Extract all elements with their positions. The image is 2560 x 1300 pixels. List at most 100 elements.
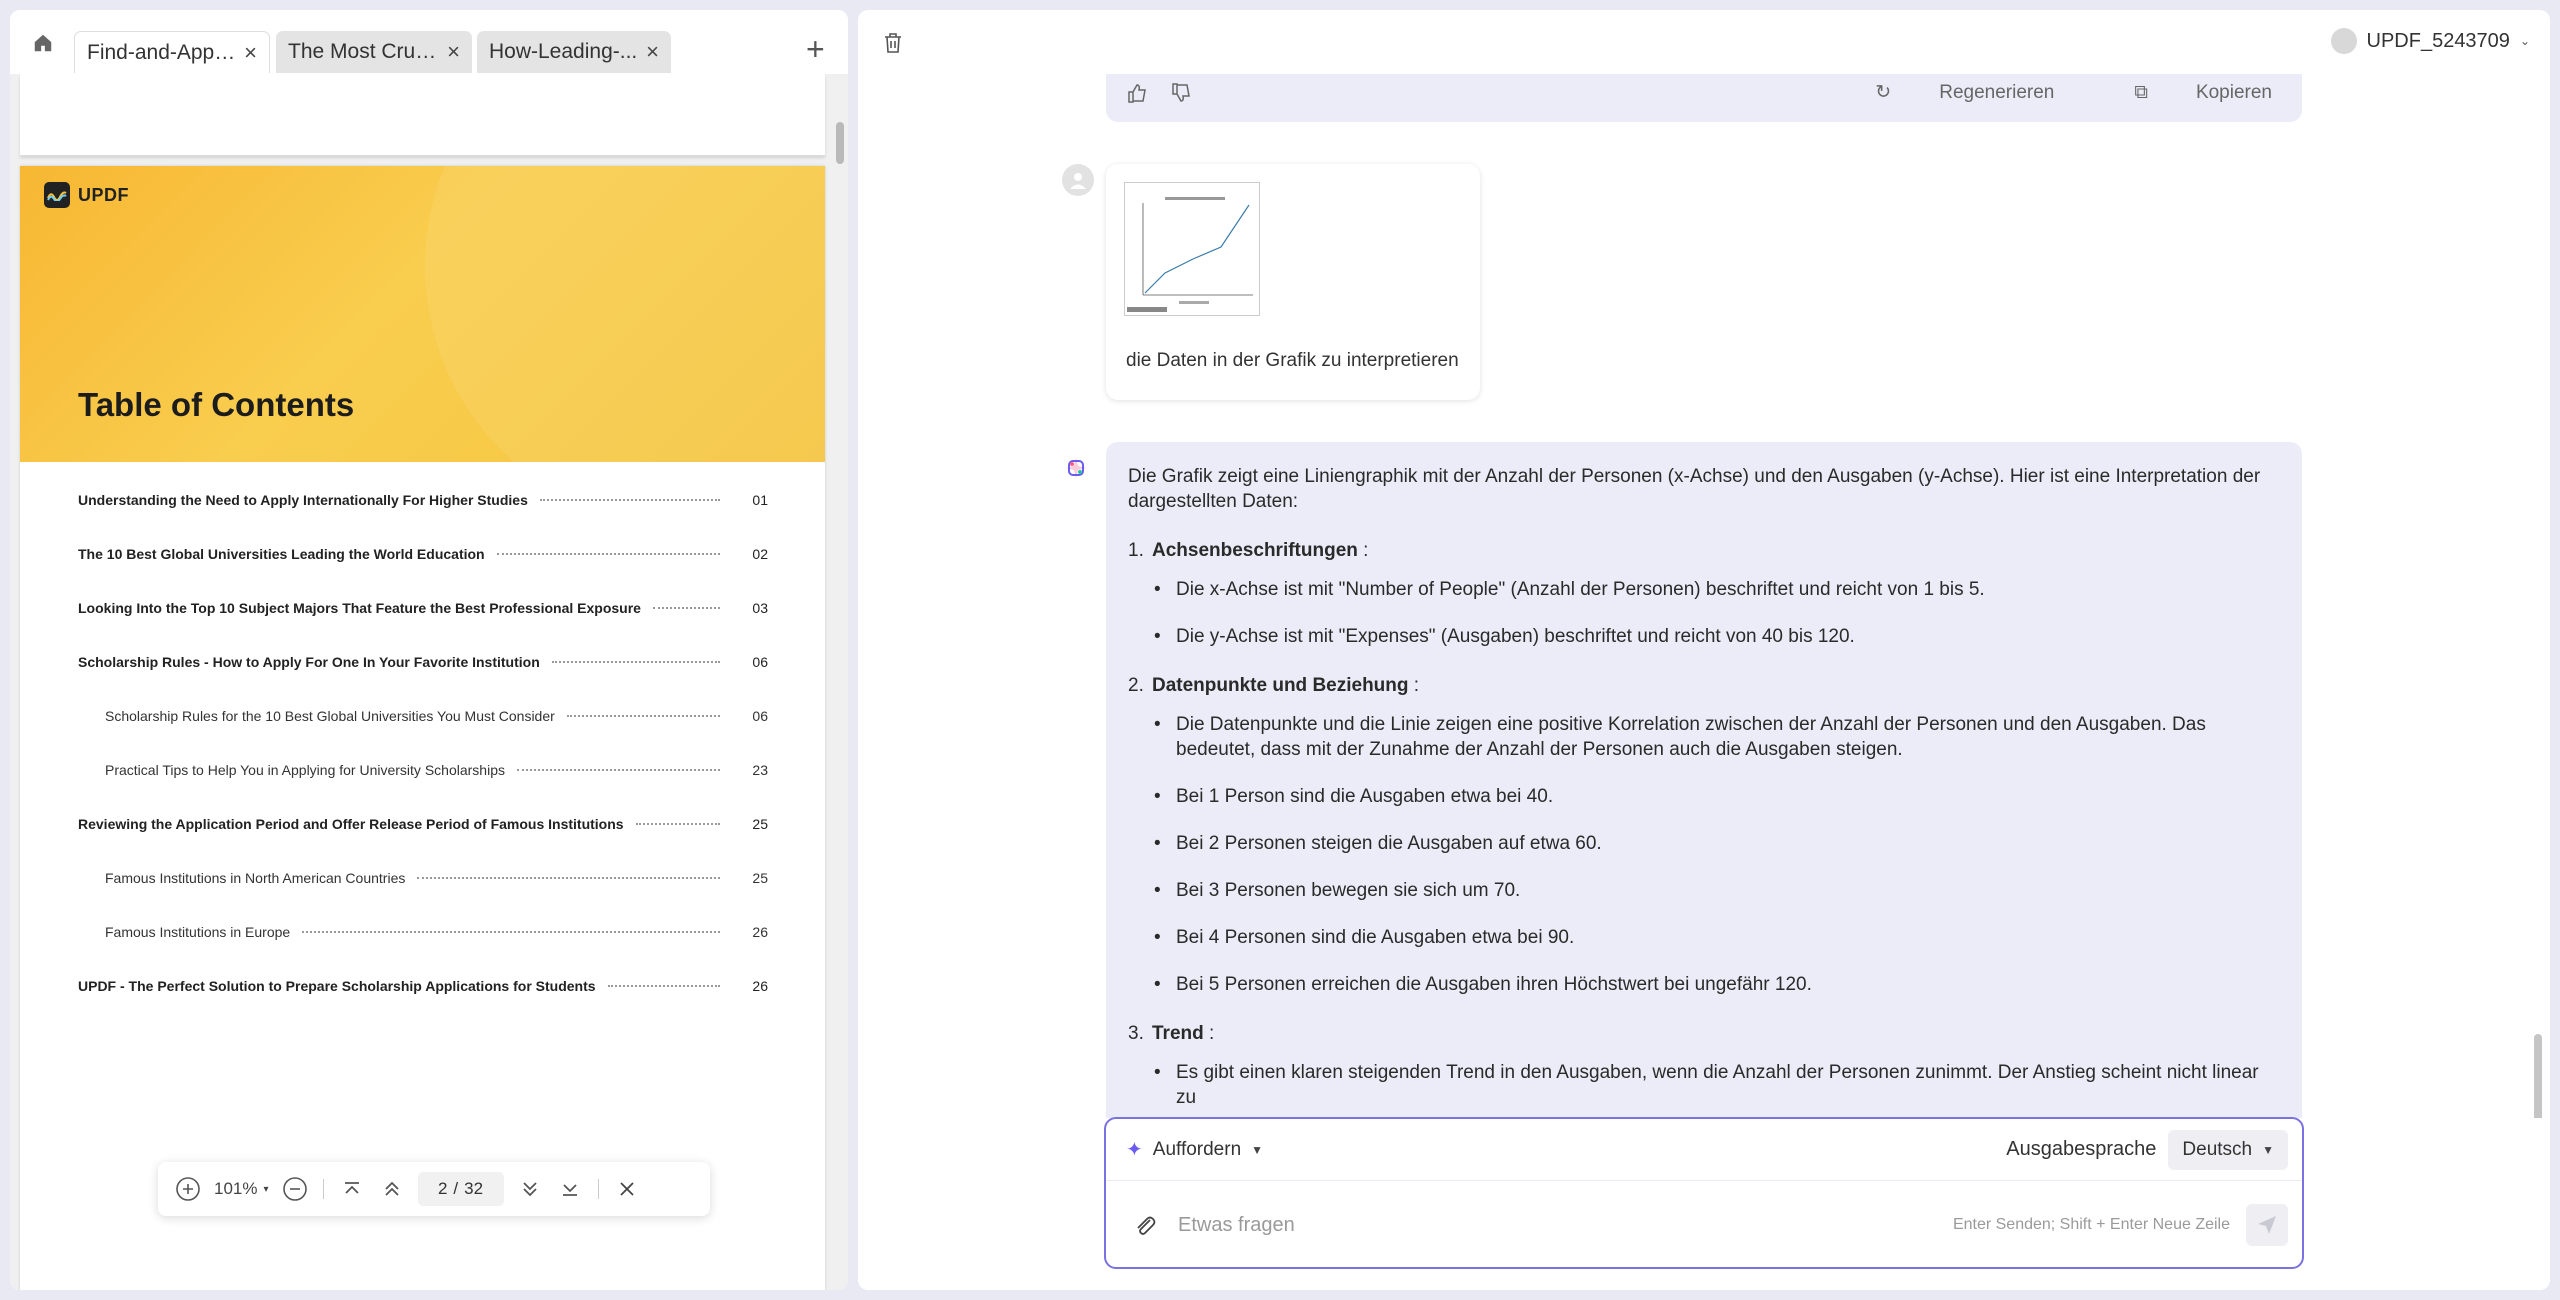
document-viewport[interactable]: UPDF Table of Contents Understanding the… [10,74,848,1290]
toc-entry[interactable]: Reviewing the Application Period and Off… [78,812,768,836]
caret-down-icon: ▼ [2262,1142,2274,1157]
toc-entry[interactable]: Scholarship Rules - How to Apply For One… [78,650,768,674]
ai-section-heading: 3. Trend : [1128,1021,2280,1046]
home-button[interactable] [28,28,58,58]
send-icon [2258,1216,2276,1234]
last-page-button[interactable] [550,1169,590,1209]
chart-image-attachment[interactable] [1124,182,1260,316]
previous-page-button[interactable] [372,1169,412,1209]
toc-entry-title: Scholarship Rules for the 10 Best Global… [105,708,555,724]
first-page-button[interactable] [332,1169,372,1209]
document-scrollbar[interactable] [836,122,844,164]
prompt-mode-label: Auffordern [1152,1138,1242,1160]
send-button[interactable] [2246,1204,2288,1246]
toolbar-divider [322,1179,324,1199]
chat-messages[interactable]: ↻ Regenerieren ⧉ Kopieren die Daten in der… [858,74,2550,1118]
list-item: Die y-Achse ist mit "Expenses" (Ausgaben… [1152,624,2280,649]
section-title: Datenpunkte und Beziehung [1152,675,1409,696]
list-item: Bei 1 Person sind die Ausgaben etwa bei … [1152,784,2280,809]
toc-entry-title: Practical Tips to Help You in Applying f… [105,762,505,778]
tab-the-most-crucial[interactable]: The Most Cruci... × [276,31,472,73]
caret-down-icon: ▼ [1251,1142,1264,1157]
username: UPDF_5243709 [2366,29,2510,52]
close-icon[interactable]: × [244,40,257,66]
list-item: Es gibt einen klaren steigenden Trend in… [1152,1060,2280,1110]
person-icon [1070,173,1086,189]
clear-chat-button[interactable] [878,28,908,58]
avatar [2330,28,2357,54]
toc-leader-dots [566,715,720,717]
updf-ai-icon [1064,456,1090,482]
toc-entry[interactable]: The 10 Best Global Universities Leading … [78,542,768,566]
ai-bullet-list: Es gibt einen klaren steigenden Trend in… [1152,1060,2280,1110]
thumbs-up-icon[interactable] [1126,82,1148,104]
zoom-select[interactable]: 101% ▾ [208,1179,275,1199]
list-item: Bei 3 Personen bewegen sie sich um 70. [1152,878,2280,903]
composer-options: ✦ Auffordern ▼ Ausgabesprache Deutsch ▼ [1106,1119,2302,1181]
tab-how-leading[interactable]: How-Leading-... × [477,31,671,73]
document-pane: Find-and-Appl... × The Most Cruci... × H… [10,10,848,1290]
toc-entry[interactable]: Practical Tips to Help You in Applying f… [105,758,768,782]
close-toolbar-button[interactable] [607,1169,647,1209]
ask-input[interactable] [1178,1213,1953,1237]
toc-entry-title: The 10 Best Global Universities Leading … [78,546,485,562]
sparkle-icon: ✦ [1126,1139,1143,1161]
close-icon[interactable]: × [646,39,659,65]
toc-entry-title: Understanding the Need to Apply Internat… [78,492,528,508]
updf-logo-icon [44,182,70,208]
toc-leader-dots [635,823,720,825]
ai-bullet-list: Die Datenpunkte und die Linie zeigen ein… [1152,712,2280,997]
section-suffix: : [1408,675,1420,696]
refresh-icon: ↻ [1875,82,1892,103]
toc-entry-page: 02 [752,546,768,562]
tab-find-and-apply[interactable]: Find-and-Appl... × [74,31,270,73]
page-indicator[interactable]: 2 / 32 [417,1172,504,1206]
toc-leader-dots [417,877,720,879]
toc-entry-title: Scholarship Rules - How to Apply For One… [78,654,540,670]
toc-entry[interactable]: UPDF - The Perfect Solution to Prepare S… [78,974,768,998]
previous-page [20,74,825,156]
double-chevron-down-icon [522,1182,537,1197]
regenerate-button[interactable]: ↻ Regenerieren [1835,81,2054,104]
account-menu[interactable]: UPDF_5243709 ⌄ [2330,28,2530,54]
section-title: Achsenbeschriftungen [1152,540,1358,561]
zoom-out-button[interactable] [275,1169,315,1209]
add-tab-button[interactable]: + [806,33,825,65]
ai-response: Die Grafik zeigt eine Liniengraphik mit … [1106,442,2302,1118]
section-number: 1. [1128,540,1144,561]
attach-button[interactable] [1130,1210,1160,1240]
tab-bar: Find-and-Appl... × The Most Cruci... × H… [10,10,848,74]
copy-button[interactable]: ⧉ Kopieren [2094,82,2272,104]
line-chart-thumbnail [1125,183,1259,315]
output-language-select[interactable]: Deutsch ▼ [2168,1129,2288,1170]
last-page-icon [562,1184,577,1196]
toc-entry[interactable]: Looking Into the Top 10 Subject Majors T… [78,596,768,620]
message-actions: ↻ Regenerieren ⧉ Kopieren [1126,81,2272,104]
prompt-mode-select[interactable]: ✦ Auffordern ▼ [1126,1137,1263,1162]
toc-entry-page: 03 [752,600,768,616]
updf-logo: UPDF [44,182,129,208]
toc-entry[interactable]: Famous Institutions in Europe 26 [105,920,768,944]
next-page-button[interactable] [510,1169,550,1209]
section-number: 2. [1128,675,1144,696]
chat-composer: ✦ Auffordern ▼ Ausgabesprache Deutsch ▼ … [1104,1117,2304,1269]
toc-entry[interactable]: Scholarship Rules for the 10 Best Global… [105,704,768,728]
user-message-text: die Daten in der Grafik zu interpretiere… [1126,350,1459,371]
logo-text: UPDF [78,184,129,205]
ai-response-intro: Die Grafik zeigt eine Liniengraphik mit … [1128,466,2261,512]
thumbs-down-icon[interactable] [1170,82,1192,104]
toc-entry[interactable]: Famous Institutions in North American Co… [105,866,768,890]
toc-leader-dots [551,661,720,663]
ai-bullet-list: Die x-Achse ist mit "Number of People" (… [1152,577,2280,649]
output-language-label: Ausgabesprache [2006,1138,2157,1160]
toc-entry-page: 25 [752,870,768,886]
chat-scrollbar[interactable] [2534,1034,2542,1118]
close-icon[interactable]: × [447,39,460,65]
zoom-in-button[interactable] [168,1169,208,1209]
page-separator: / [453,1179,459,1198]
document-page: UPDF Table of Contents Understanding the… [20,166,825,1290]
toc-entry[interactable]: Understanding the Need to Apply Internat… [78,488,768,512]
toc-leader-dots [302,931,720,933]
toc-entry-page: 23 [752,762,768,778]
ai-chat-pane: UPDF_5243709 ⌄ ↻ Regenerieren ⧉ Kopieren [858,10,2550,1290]
